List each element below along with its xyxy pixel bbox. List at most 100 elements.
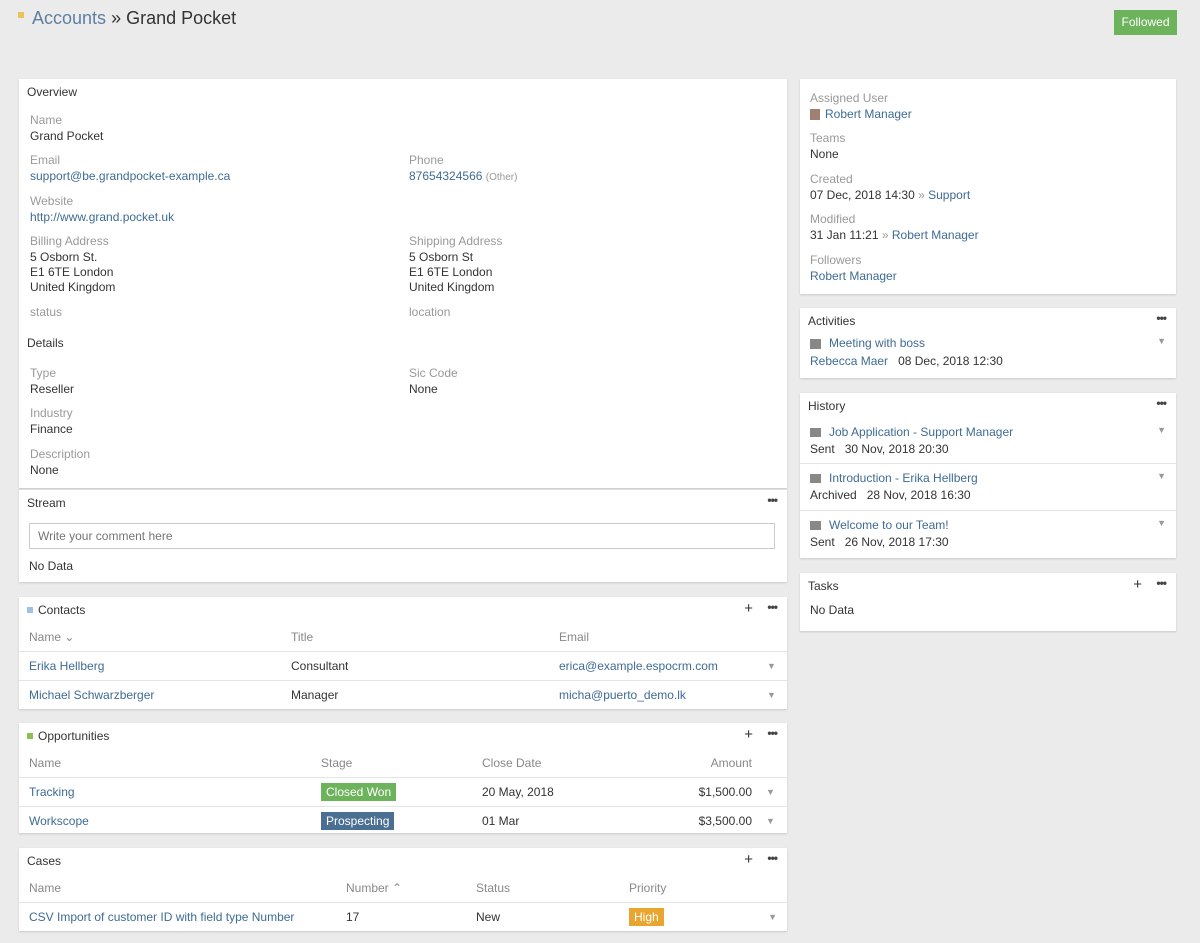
activity-link[interactable]: Meeting with boss	[829, 336, 925, 350]
column-status[interactable]: Status	[466, 874, 619, 903]
table-row: Workscope Prospecting 01 Mar $3,500.00 ▼	[19, 806, 787, 836]
overview-title: Overview	[27, 85, 78, 99]
column-number[interactable]: Number ⌃	[336, 874, 466, 903]
add-case-icon[interactable]: +	[744, 851, 753, 868]
amount: $3,500.00	[622, 806, 762, 836]
assigned-user-label: Assigned User	[810, 91, 889, 105]
contact-title: Consultant	[281, 651, 549, 681]
more-icon[interactable]: •••	[1156, 311, 1167, 325]
more-icon[interactable]: •••	[767, 493, 778, 507]
website-link[interactable]: http://www.grand.pocket.uk	[30, 210, 174, 224]
modified-by-link[interactable]: Robert Manager	[892, 228, 979, 242]
history-title: History	[808, 399, 846, 413]
list-item: Introduction - Erika Hellberg ▼ Archived 2…	[800, 463, 1176, 510]
add-task-icon[interactable]: +	[1133, 576, 1142, 593]
shipping-label: Shipping Address	[409, 234, 503, 248]
breadcrumb: Accounts » Grand Pocket	[18, 8, 236, 29]
page-title: Grand Pocket	[126, 8, 237, 28]
add-opportunity-icon[interactable]: +	[744, 726, 753, 743]
column-amount[interactable]: Amount	[622, 749, 762, 778]
row-actions-caret-icon[interactable]: ▼	[758, 902, 787, 932]
cases-panel: Cases + ••• Name Number ⌃ Status Priority CSV…	[19, 848, 787, 932]
more-icon[interactable]: •••	[767, 726, 778, 740]
more-icon[interactable]: •••	[1156, 576, 1167, 590]
history-link[interactable]: Job Application - Support Manager	[829, 425, 1013, 439]
row-actions-caret-icon[interactable]: ▼	[762, 777, 787, 807]
created-date: 07 Dec, 2018 14:30	[810, 188, 915, 202]
opportunities-title: Opportunities	[38, 729, 110, 743]
column-email[interactable]: Email	[549, 623, 757, 652]
column-name[interactable]: Name ⌄	[19, 623, 281, 652]
table-row: CSV Import of customer ID with field typ…	[19, 902, 787, 932]
contact-title: Manager	[281, 680, 549, 710]
row-actions-caret-icon[interactable]: ▼	[757, 651, 787, 681]
opportunity-name-link[interactable]: Workscope	[29, 814, 89, 828]
created-by-link[interactable]: Support	[928, 188, 970, 202]
comment-input[interactable]	[29, 523, 775, 549]
calendar-icon	[810, 338, 821, 349]
breadcrumb-accounts-link[interactable]: Accounts	[32, 8, 106, 28]
name-value: Grand Pocket	[30, 129, 104, 143]
shipping-address: 5 Osborn St E1 6TE London United Kingdom	[409, 250, 495, 294]
overview-panel: Overview Name Grand Pocket Email support@b…	[19, 79, 787, 488]
followed-button[interactable]: Followed	[1114, 10, 1177, 35]
entity-color-icon	[18, 12, 24, 19]
tasks-empty: No Data	[810, 603, 855, 617]
add-contact-icon[interactable]: +	[744, 600, 753, 617]
column-close-date[interactable]: Close Date	[472, 749, 622, 778]
history-link[interactable]: Welcome to our Team!	[829, 518, 949, 532]
email-icon	[810, 474, 821, 484]
case-number: 17	[336, 902, 466, 932]
status-label: status	[30, 305, 63, 319]
tasks-title: Tasks	[808, 579, 839, 593]
case-status: New	[466, 902, 619, 932]
column-stage[interactable]: Stage	[311, 749, 472, 778]
industry-label: Industry	[30, 406, 73, 420]
website-label: Website	[30, 194, 74, 208]
opportunities-panel: Opportunities + ••• Name Stage Close Date Amo…	[19, 723, 787, 836]
industry-value: Finance	[30, 422, 73, 436]
caret-icon[interactable]: ▼	[1157, 425, 1166, 435]
more-icon[interactable]: •••	[767, 851, 778, 865]
list-item: Job Application - Support Manager ▼ Sent 3…	[810, 425, 1166, 456]
contact-name-link[interactable]: Michael Schwarzberger	[29, 688, 154, 702]
more-icon[interactable]: •••	[1156, 396, 1167, 410]
close-date: 01 Mar	[472, 806, 622, 836]
contacts-color-icon	[27, 606, 33, 613]
follower-link[interactable]: Robert Manager	[810, 269, 897, 283]
contacts-panel: Contacts + ••• Name ⌄ Title Email Erika Hell…	[19, 597, 787, 710]
activities-title: Activities	[808, 314, 856, 328]
contact-email-link[interactable]: micha@puerto_demo.lk	[559, 688, 686, 702]
stream-title: Stream	[27, 496, 66, 510]
table-row: Tracking Closed Won 20 May, 2018 $1,500.00 ▼	[19, 777, 787, 807]
description-label: Description	[30, 447, 91, 461]
contact-name-link[interactable]: Erika Hellberg	[29, 659, 104, 673]
modified-label: Modified	[810, 212, 856, 226]
list-item: Meeting with boss ▼ Rebecca Maer 08 Dec, …	[800, 334, 1176, 370]
activity-user-link[interactable]: Rebecca Maer	[810, 354, 888, 368]
contact-email-link[interactable]: erica@example.espocrm.com	[559, 659, 718, 673]
priority-badge: High	[629, 908, 664, 927]
caret-icon[interactable]: ▼	[1157, 518, 1166, 528]
more-icon[interactable]: •••	[767, 600, 778, 614]
email-icon	[810, 428, 821, 438]
history-link[interactable]: Introduction - Erika Hellberg	[829, 471, 978, 485]
column-priority[interactable]: Priority	[619, 874, 758, 903]
description-value: None	[30, 463, 59, 477]
breadcrumb-separator: »	[111, 8, 122, 28]
row-actions-caret-icon[interactable]: ▼	[757, 680, 787, 710]
assigned-user-link[interactable]: Robert Manager	[825, 107, 912, 121]
column-name[interactable]: Name	[19, 749, 311, 778]
column-title[interactable]: Title	[281, 623, 549, 652]
case-name-link[interactable]: CSV Import of customer ID with field typ…	[29, 910, 294, 924]
opportunity-name-link[interactable]: Tracking	[29, 785, 75, 799]
column-name[interactable]: Name	[19, 874, 336, 903]
sic-value: None	[409, 382, 438, 396]
caret-icon[interactable]: ▼	[1157, 336, 1166, 346]
type-label: Type	[30, 366, 57, 380]
phone-link[interactable]: 87654324566	[409, 169, 482, 183]
email-link[interactable]: support@be.grandpocket-example.ca	[30, 169, 230, 183]
stage-badge: Prospecting	[321, 812, 395, 831]
caret-icon[interactable]: ▼	[1157, 471, 1166, 481]
row-actions-caret-icon[interactable]: ▼	[762, 806, 787, 836]
